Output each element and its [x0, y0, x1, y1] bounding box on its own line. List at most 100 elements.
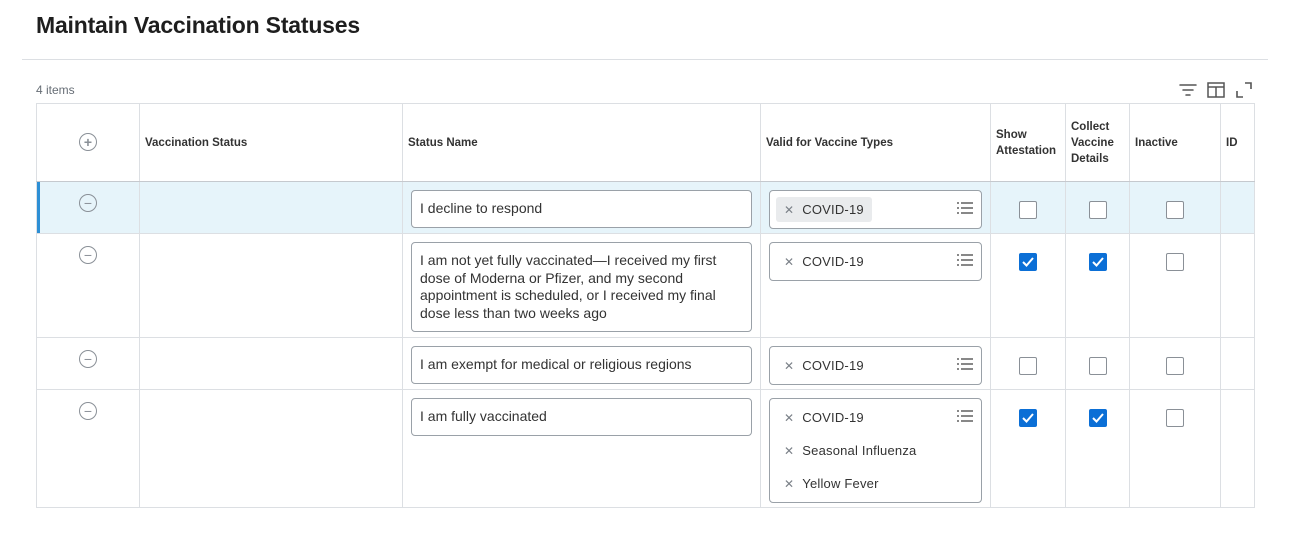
remove-pill-icon[interactable]: ✕: [784, 255, 794, 269]
remove-row-icon[interactable]: −: [79, 402, 97, 420]
remove-pill-icon[interactable]: ✕: [784, 411, 794, 425]
remove-row-cell: −: [36, 181, 140, 234]
collect-details-checkbox[interactable]: [1088, 201, 1107, 219]
remove-row-cell: −: [36, 337, 140, 390]
table-row[interactable]: − I decline to respond ✕ COVID-19: [36, 181, 1255, 234]
inactive-checkbox[interactable]: [1166, 201, 1184, 219]
vaccine-types-cell: ✕ COVID-19: [760, 233, 991, 338]
vaccine-types-multiselect[interactable]: ✕ COVID-19: [769, 242, 982, 281]
list-icon[interactable]: [957, 253, 973, 267]
collect-details-cell: [1065, 181, 1130, 234]
show-attestation-cell: [990, 233, 1066, 338]
collect-details-checkbox[interactable]: [1088, 357, 1107, 375]
vaccine-type-pill: ✕ COVID-19: [776, 353, 872, 378]
column-header-id[interactable]: ID: [1220, 103, 1255, 182]
status-name-input[interactable]: I am not yet fully vaccinated—I received…: [411, 242, 752, 332]
status-name-cell: I am exempt for medical or religious reg…: [402, 337, 761, 390]
status-name-input[interactable]: I decline to respond: [411, 190, 752, 228]
collect-details-checkbox[interactable]: [1088, 409, 1107, 427]
remove-row-icon[interactable]: −: [79, 194, 97, 212]
collect-details-cell: [1065, 389, 1130, 508]
remove-row-icon[interactable]: −: [79, 350, 97, 368]
status-name-cell: I am fully vaccinated: [402, 389, 761, 508]
vaccination-status-cell: [139, 389, 403, 508]
status-name-input[interactable]: I am fully vaccinated: [411, 398, 752, 436]
column-header-collect-details[interactable]: Collect Vaccine Details: [1065, 103, 1130, 182]
status-name-input[interactable]: I am exempt for medical or religious reg…: [411, 346, 752, 384]
vaccine-type-label: Yellow Fever: [802, 476, 879, 491]
list-icon[interactable]: [957, 201, 973, 215]
vaccine-type-pill: ✕ COVID-19: [776, 197, 872, 222]
column-header-valid-for[interactable]: Valid for Vaccine Types: [760, 103, 991, 182]
column-header-status-name[interactable]: Status Name: [402, 103, 761, 182]
vaccine-types-cell: ✕ COVID-19 ✕ Seasonal Influenza ✕ Yellow Fe…: [760, 389, 991, 508]
vaccine-type-pill: ✕ COVID-19: [776, 249, 872, 274]
filter-icon[interactable]: [1177, 80, 1199, 100]
item-count: 4 items: [36, 83, 75, 97]
vaccine-types-multiselect[interactable]: ✕ COVID-19 ✕ Seasonal Influenza ✕ Yellow Fe…: [769, 398, 982, 503]
vaccine-type-label: COVID-19: [802, 358, 864, 373]
vaccination-status-cell: [139, 337, 403, 390]
vaccine-type-label: Seasonal Influenza: [802, 443, 917, 458]
table-row[interactable]: − I am exempt for medical or religious r…: [36, 337, 1255, 390]
show-attestation-checkbox[interactable]: [1019, 201, 1037, 219]
remove-pill-icon[interactable]: ✕: [784, 359, 794, 373]
remove-row-icon[interactable]: −: [79, 246, 97, 264]
vaccine-types-multiselect[interactable]: ✕ COVID-19: [769, 190, 982, 229]
vaccination-status-cell: [139, 181, 403, 234]
inactive-cell: [1129, 389, 1221, 508]
columns-icon[interactable]: [1205, 80, 1227, 100]
status-name-cell: I am not yet fully vaccinated—I received…: [402, 233, 761, 338]
page-title: Maintain Vaccination Statuses: [36, 12, 360, 38]
vaccine-type-label: COVID-19: [802, 202, 864, 217]
show-attestation-cell: [990, 389, 1066, 508]
inactive-cell: [1129, 181, 1221, 234]
column-header-show-attestation[interactable]: Show Attestation: [990, 103, 1066, 182]
list-icon[interactable]: [957, 409, 973, 423]
grid-toolbar: [1177, 80, 1255, 100]
vaccine-types-multiselect[interactable]: ✕ COVID-19: [769, 346, 982, 385]
show-attestation-cell: [990, 181, 1066, 234]
inactive-checkbox[interactable]: [1166, 409, 1184, 427]
vaccine-type-pill: ✕ COVID-19: [776, 405, 872, 430]
remove-pill-icon[interactable]: ✕: [784, 444, 794, 458]
id-cell: [1220, 233, 1255, 338]
table-row[interactable]: − I am not yet fully vaccinated—I receiv…: [36, 233, 1255, 338]
vaccine-type-label: COVID-19: [802, 410, 864, 425]
show-attestation-checkbox[interactable]: [1019, 409, 1037, 427]
show-attestation-checkbox[interactable]: [1019, 253, 1037, 271]
id-cell: [1220, 389, 1255, 508]
inactive-cell: [1129, 233, 1221, 338]
id-cell: [1220, 337, 1255, 390]
remove-row-cell: −: [36, 233, 140, 338]
remove-row-cell: −: [36, 389, 140, 508]
column-header-vaccination-status[interactable]: Vaccination Status: [139, 103, 403, 182]
collect-details-cell: [1065, 233, 1130, 338]
table-row[interactable]: − I am fully vaccinated ✕ COVID-19 ✕ Seaso…: [36, 389, 1255, 508]
id-cell: [1220, 181, 1255, 234]
header-divider: [22, 59, 1268, 60]
vaccine-type-pill: ✕ Yellow Fever: [776, 471, 887, 496]
vaccination-status-grid: + Vaccination Status Status Name Valid f…: [36, 103, 1255, 508]
vaccination-status-cell: [139, 233, 403, 338]
vaccine-type-pill: ✕ Seasonal Influenza: [776, 438, 924, 463]
add-row-header: +: [36, 103, 140, 182]
list-icon[interactable]: [957, 357, 973, 371]
vaccine-types-cell: ✕ COVID-19: [760, 181, 991, 234]
show-attestation-cell: [990, 337, 1066, 390]
expand-icon[interactable]: [1233, 80, 1255, 100]
status-name-cell: I decline to respond: [402, 181, 761, 234]
inactive-checkbox[interactable]: [1166, 253, 1184, 271]
collect-details-checkbox[interactable]: [1088, 253, 1107, 271]
remove-pill-icon[interactable]: ✕: [784, 203, 794, 217]
header-row: + Vaccination Status Status Name Valid f…: [36, 103, 1255, 182]
vaccine-types-cell: ✕ COVID-19: [760, 337, 991, 390]
inactive-checkbox[interactable]: [1166, 357, 1184, 375]
remove-pill-icon[interactable]: ✕: [784, 477, 794, 491]
column-header-inactive[interactable]: Inactive: [1129, 103, 1221, 182]
add-row-icon[interactable]: +: [79, 133, 97, 151]
vaccine-type-label: COVID-19: [802, 254, 864, 269]
show-attestation-checkbox[interactable]: [1019, 357, 1037, 375]
inactive-cell: [1129, 337, 1221, 390]
collect-details-cell: [1065, 337, 1130, 390]
